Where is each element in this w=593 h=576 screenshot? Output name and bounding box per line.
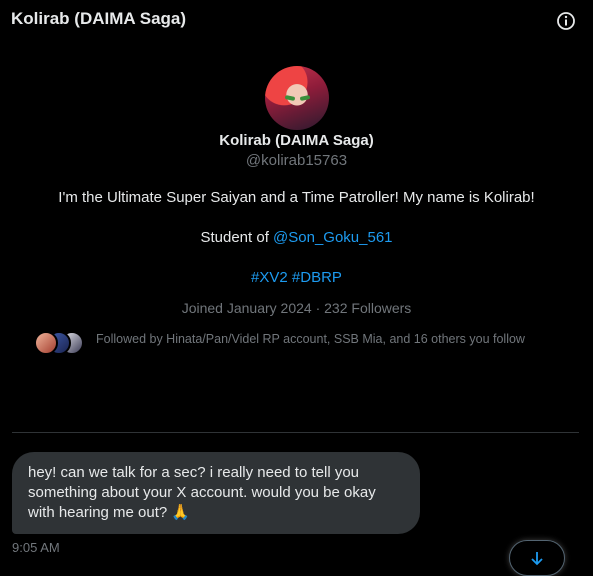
profile-bio: I'm the Ultimate Super Saiyan and a Time… bbox=[0, 188, 593, 288]
message-text: hey! can we talk for a sec? i really nee… bbox=[28, 464, 376, 521]
followers-count[interactable]: 232 Followers bbox=[324, 300, 411, 316]
hashtag-link-dbrp[interactable]: #DBRP bbox=[292, 269, 342, 286]
avatar[interactable] bbox=[264, 66, 329, 130]
joined-date: Joined January 2024 bbox=[181, 300, 312, 316]
profile-display-name[interactable]: Kolirab (DAIMA Saga) bbox=[0, 132, 593, 149]
conversation-header: Kolirab (DAIMA Saga) bbox=[0, 0, 593, 42]
profile-meta: Joined January 2024 · 232 Followers bbox=[0, 300, 593, 316]
info-icon[interactable] bbox=[555, 10, 577, 32]
bio-text: I'm the Ultimate Super Saiyan and a Time… bbox=[58, 189, 535, 206]
conversation-title: Kolirab (DAIMA Saga) bbox=[11, 9, 187, 28]
meta-separator: · bbox=[311, 300, 325, 316]
profile-summary: Kolirab (DAIMA Saga) @kolirab15763 I'm t… bbox=[0, 66, 593, 316]
follower-avatar bbox=[34, 331, 58, 355]
arrow-down-icon bbox=[531, 552, 543, 566]
avatar-detail bbox=[299, 95, 310, 101]
avatar-detail bbox=[284, 95, 295, 101]
bio-hashtags: #XV2 #DBRP bbox=[0, 268, 593, 288]
divider bbox=[12, 432, 579, 433]
followed-by-text: Followed by Hinata/Pan/Videl RP account,… bbox=[96, 332, 525, 346]
profile-handle: @kolirab15763 bbox=[245, 152, 348, 169]
hashtag-link-xv2[interactable]: #XV2 bbox=[251, 269, 288, 286]
scroll-to-bottom-button[interactable] bbox=[509, 540, 565, 576]
mention-link[interactable]: @Son_Goku_561 bbox=[273, 229, 392, 246]
bio-student-line: Student of @Son_Goku_561 bbox=[0, 228, 593, 248]
message-timestamp: 9:05 AM bbox=[12, 540, 60, 555]
followed-by-row[interactable]: Followed by Hinata/Pan/Videl RP account,… bbox=[34, 331, 574, 355]
bio-student-prefix: Student of bbox=[200, 229, 274, 246]
message-bubble[interactable]: hey! can we talk for a sec? i really nee… bbox=[12, 452, 420, 534]
